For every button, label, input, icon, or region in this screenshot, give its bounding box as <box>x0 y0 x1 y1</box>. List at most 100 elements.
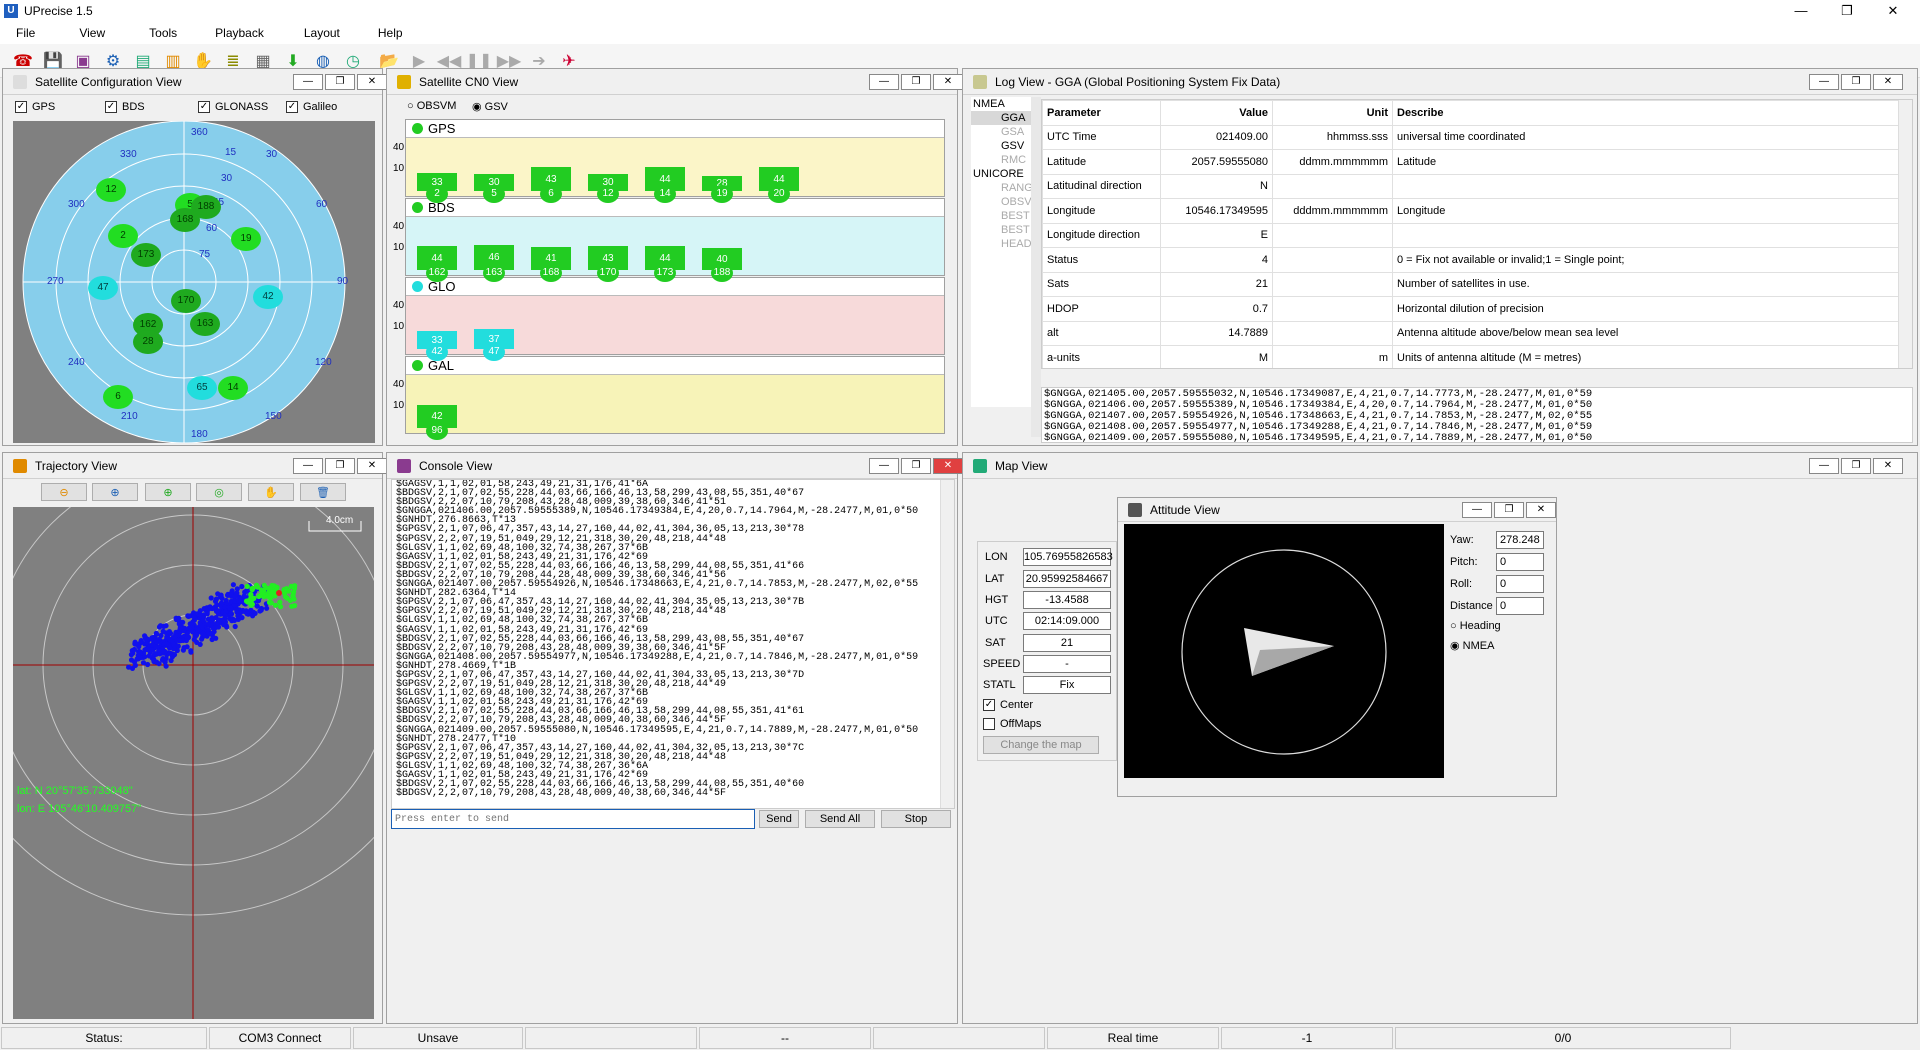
maximize-icon[interactable]: ❐ <box>1841 74 1871 90</box>
offmaps-checkbox[interactable]: OffMaps <box>983 718 1041 730</box>
menu-tools[interactable]: Tools <box>119 26 191 40</box>
send-all-button[interactable]: Send All <box>805 810 875 828</box>
col-header: Describe <box>1392 100 1902 126</box>
menu-layout[interactable]: Layout <box>278 26 354 40</box>
maximize-icon[interactable]: ❐ <box>325 458 355 474</box>
gps-checkbox[interactable]: ✓ GPS <box>15 101 55 113</box>
menu-help[interactable]: Help <box>354 26 417 40</box>
splitter[interactable] <box>1031 97 1041 437</box>
pitch-field[interactable]: 0 <box>1496 553 1544 571</box>
send-button[interactable]: Send <box>759 810 799 828</box>
tree-item[interactable]: UNICORE <box>971 167 1031 181</box>
minimize-icon[interactable]: — <box>1809 74 1839 90</box>
table-row[interactable]: HDOP 0.7 Horizontal dilution of precision <box>1042 296 1902 322</box>
tree-item[interactable]: GSA <box>971 125 1031 139</box>
satellite-marker[interactable]: 28 <box>133 330 163 354</box>
close-icon[interactable]: ✕ <box>1526 502 1556 518</box>
map-icon <box>973 458 987 473</box>
tree-item[interactable]: BEST <box>971 223 1031 237</box>
scrollbar[interactable] <box>1898 100 1912 368</box>
table-cell: Latitudinal direction <box>1042 173 1161 199</box>
satellite-marker[interactable]: 168 <box>170 208 200 232</box>
heading-radio[interactable]: ○ Heading <box>1450 620 1501 632</box>
maximize-icon[interactable]: ❐ <box>1494 502 1524 518</box>
utc-field[interactable]: 02:14:09.000 <box>1023 612 1111 630</box>
minimize-icon[interactable]: — <box>293 458 323 474</box>
center-icon[interactable]: ◎ <box>196 483 242 501</box>
minimize-icon[interactable]: — <box>1462 502 1492 518</box>
lat-field[interactable]: 20.95992584667 <box>1023 570 1111 588</box>
tree-item[interactable]: BEST <box>971 209 1031 223</box>
tree-item[interactable]: OBSV <box>971 195 1031 209</box>
nmea-radio[interactable]: ◉ NMEA <box>1450 639 1494 652</box>
satellite-marker[interactable]: 170 <box>171 289 201 313</box>
satellite-marker[interactable]: 42 <box>253 285 283 309</box>
close-icon[interactable]: ✕ <box>357 458 387 474</box>
close-icon[interactable]: ✕ <box>933 458 963 474</box>
maximize-icon[interactable]: ❐ <box>901 458 931 474</box>
minimize-icon[interactable]: — <box>1809 458 1839 474</box>
distance-field[interactable]: 0 <box>1496 597 1544 615</box>
trajectory-point <box>188 649 194 655</box>
tree-item[interactable]: RANG <box>971 181 1031 195</box>
satellite-marker[interactable]: 47 <box>88 276 118 300</box>
zoom-in-icon[interactable]: ⊕ <box>92 483 138 501</box>
scrollbar[interactable] <box>940 480 954 808</box>
clear-points-icon[interactable]: ✋ <box>248 483 294 501</box>
menu-file[interactable]: File <box>0 26 49 40</box>
table-row[interactable]: Longitude 10546.17349595 dddmm.mmmmmm Longi… <box>1042 198 1902 224</box>
trash-icon[interactable]: 🗑 <box>300 483 346 501</box>
cn0-bars: 33 2 30 5 43 6 30 12 44 14 28 19 44 20 44 162 46 163 41 168… <box>387 69 957 440</box>
galileo-checkbox[interactable]: ✓ Galileo <box>286 101 337 113</box>
yaw-field[interactable]: 278.248 <box>1496 531 1544 549</box>
satellite-marker[interactable]: 6 <box>103 385 133 409</box>
hgt-field[interactable]: -13.4588 <box>1023 591 1111 609</box>
stop-button[interactable]: Stop <box>881 810 951 828</box>
tree-item[interactable]: NMEA <box>971 97 1031 111</box>
sat-field[interactable]: 21 <box>1023 634 1111 652</box>
console-input[interactable] <box>391 809 755 829</box>
satellite-marker[interactable]: 12 <box>96 178 126 202</box>
minimize-icon[interactable]: — <box>869 458 899 474</box>
maximize-icon[interactable]: ❐ <box>1841 458 1871 474</box>
close-icon[interactable]: ✕ <box>1873 458 1903 474</box>
speed-field[interactable]: - <box>1023 655 1111 673</box>
table-row[interactable]: Latitude 2057.59555080 ddmm.mmmmmm Latitude <box>1042 149 1902 175</box>
panel-title: Log View - GGA (Global Positioning Syste… <box>995 74 1281 89</box>
zoom-fit-icon[interactable]: ⊕ <box>145 483 191 501</box>
satellite-marker[interactable]: 163 <box>190 312 220 336</box>
lon-field[interactable]: 105.76955826583 <box>1023 548 1113 566</box>
bds-checkbox[interactable]: ✓ BDS <box>105 101 145 113</box>
close-icon[interactable]: ✕ <box>1873 74 1903 90</box>
table-row[interactable]: Sats 21 Number of satellites in use. <box>1042 271 1902 297</box>
roll-field[interactable]: 0 <box>1496 575 1544 593</box>
satellite-marker[interactable]: 14 <box>218 376 248 400</box>
table-row[interactable]: a-units Mm Units of antenna altitude (M = … <box>1042 345 1902 368</box>
satellite-marker[interactable]: 2 <box>108 224 138 248</box>
menu-view[interactable]: View <box>49 26 119 40</box>
table-row[interactable]: alt 14.7889 Antenna altitude above/below m… <box>1042 320 1902 346</box>
zoom-out-icon[interactable]: ⊖ <box>41 483 87 501</box>
maximize-icon[interactable]: ❐ <box>325 74 355 90</box>
satellite-marker[interactable]: 65 <box>187 376 217 400</box>
minimize-icon[interactable]: — <box>293 74 323 90</box>
maximize-icon[interactable]: ❐ <box>1824 0 1870 22</box>
table-row[interactable]: Longitude direction E <box>1042 222 1902 248</box>
center-checkbox[interactable]: ✓ Center <box>983 699 1033 711</box>
table-row[interactable]: UTC Time 021409.00 hhmmss.sss universal tim… <box>1042 124 1902 150</box>
tree-item[interactable]: GGA <box>971 111 1031 125</box>
glonass-checkbox[interactable]: ✓ GLONASS <box>198 101 268 113</box>
satellite-marker[interactable]: 19 <box>231 227 261 251</box>
tree-item[interactable]: HEAD <box>971 237 1031 251</box>
close-icon[interactable]: ✕ <box>357 74 387 90</box>
statl-field[interactable]: Fix <box>1023 676 1111 694</box>
table-row[interactable]: Latitudinal direction N <box>1042 173 1902 199</box>
satellite-marker[interactable]: 173 <box>131 243 161 267</box>
menu-playback[interactable]: Playback <box>191 26 278 40</box>
close-icon[interactable]: ✕ <box>1870 0 1916 22</box>
tree-item[interactable]: GSV <box>971 139 1031 153</box>
tree-item[interactable]: RMC <box>971 153 1031 167</box>
table-row[interactable]: Status 4 0 = Fix not available or invalid;… <box>1042 247 1902 273</box>
minimize-icon[interactable]: — <box>1778 0 1824 22</box>
change-map-button[interactable]: Change the map <box>983 736 1099 754</box>
